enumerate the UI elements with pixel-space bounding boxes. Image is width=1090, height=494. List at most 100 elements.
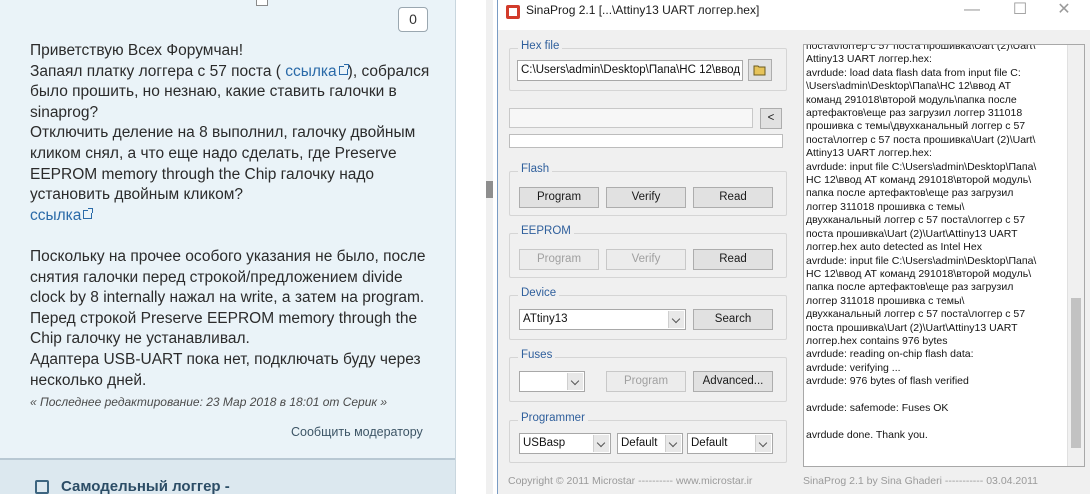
chevron-down-icon[interactable] [567,373,583,390]
log-line: Attiny13 UART логгер.hex: [806,147,932,160]
next-topic-row[interactable]: Самодельный логгер - [0,460,455,494]
log-line: логгер 311018 прошивка с темы\ [806,200,965,213]
post-line: Запаял платку логгера с 57 поста ( ссылк… [30,62,430,80]
topic-icon [35,480,49,494]
title-bar[interactable]: SinaProg 2.1 [...\Attiny13 UART логгер.h… [498,0,1090,30]
progress-text-field [509,108,753,128]
hex-path-field[interactable]: C:\Users\admin\Desktop\Папа\НС 12\ввод [517,60,743,81]
log-line: НС 12\ввод АТ команд 291018\второй модул… [806,267,1032,280]
speed-select[interactable]: Default [687,433,773,454]
log-line: Attiny13 UART логгер.hex: [806,53,932,66]
log-line: НС 12\ввод АТ команд 291018\второй модул… [806,174,1032,187]
chevron-down-icon[interactable] [668,311,684,328]
log-line: avrdude: reading on-chip flash data: [806,348,974,361]
post-line: несколько дней. [30,371,147,389]
post-line: ссылка [30,206,435,227]
eeprom-legend: EEPROM [518,225,574,237]
log-line: avrdude: safemode: Fuses OK [806,401,949,414]
port-select[interactable]: Default [617,433,683,454]
browse-button[interactable] [748,59,772,81]
hex-file-legend: Hex file [518,40,563,52]
log-line: поста\логгер с 57 поста прошивка\Uart (2… [806,133,1036,146]
page-scrollbar-track[interactable] [486,0,493,494]
post-line: sinaprog? [30,103,99,121]
device-search-button[interactable]: Search [693,309,773,330]
maximize-icon[interactable]: ☐ [998,0,1042,22]
post-select-checkbox[interactable] [256,0,268,6]
status-version: SinaProg 2.1 by Sina Ghaderi -----------… [803,475,1038,487]
fuses-program-button[interactable]: Program [606,371,686,392]
log-line: avrdude: 976 bytes of flash verified [806,375,969,388]
log-lines: поста\логгер с 57 поста прошивка\Uart (2… [806,44,1060,442]
log-scrollbar-thumb[interactable] [1071,298,1081,448]
fuses-legend: Fuses [518,349,556,361]
collapse-log-button[interactable]: < [760,108,782,129]
chevron-down-icon[interactable] [593,435,609,452]
eeprom-verify-button[interactable]: Verify [606,249,686,270]
page-scrollbar-thumb[interactable] [486,181,493,198]
post-line: Chip галочку не устанавливал. [30,330,250,348]
log-line: папка после артефактов\еще раз загрузил [806,187,1014,200]
log-line: avrdude: input file C:\Users\admin\Deskt… [806,160,1037,173]
port-select-value: Default [621,437,658,449]
post-counter-badge[interactable]: 0 [398,7,428,32]
log-line: поста прошивка\Uart (2)\Uart\Attiny13 UA… [806,321,1018,334]
sinaprog-window: SinaProg 2.1 [...\Attiny13 UART логгер.h… [497,0,1090,494]
programmer-select-value: USBasp [523,437,566,449]
post-body: Приветствую Всех Форумчан! Запаял платку… [30,41,435,391]
programmer-select[interactable]: USBasp [519,433,611,454]
post-line: Отключить деление на 8 выполнил, галочку… [30,124,416,142]
chevron-down-icon[interactable] [755,435,771,452]
window-title: SinaProg 2.1 [...\Attiny13 UART логгер.h… [526,3,760,17]
post-line: Поскольку на прочее особого указания не … [30,247,426,265]
next-topic-title[interactable]: Самодельный логгер - [61,478,230,494]
close-icon[interactable]: ✕ [1042,0,1086,22]
status-bar: Copyright © 2011 Microstar ---------- ww… [498,472,1090,494]
post-link[interactable]: ссылка [285,63,349,80]
programmer-legend: Programmer [518,412,588,424]
post-line: было прошить, но незнаю, какие ставить г… [30,83,397,101]
device-select[interactable]: ATtiny13 [519,309,686,330]
log-line: логгер.hex auto detected as Intel Hex [806,241,982,254]
post-line: установить двойным кликом? [30,186,243,204]
log-output[interactable]: поста\логгер с 57 поста прошивка\Uart (2… [803,44,1085,467]
post-line: Приветствую Всех Форумчан! [30,42,244,59]
log-line: логгер.hex contains 976 bytes [806,334,948,347]
report-moderator-link[interactable]: Сообщить модератору [291,425,423,439]
flash-legend: Flash [518,163,553,175]
log-line: папка после артефактов\еще раз загрузил [806,281,1014,294]
post-line: Перед строкой Preserve EEPROM memory thr… [30,309,418,327]
log-line: двухканальный логгер с 57 поста\логгер с… [806,308,1026,321]
device-legend: Device [518,287,560,299]
log-scrollbar[interactable] [1067,45,1084,466]
fuses-advanced-button[interactable]: Advanced... [693,371,773,392]
post-spacer [30,226,435,247]
log-line: \Users\admin\Desktop\Папа\НС 12\ввод АТ [806,80,1012,93]
minimize-icon[interactable]: — [950,0,994,22]
log-line: avrdude: verifying ... [806,361,901,374]
external-link-icon [83,207,94,219]
device-select-value: ATtiny13 [523,313,568,325]
log-line: артефактов\еще раз загрузил логгер 31101… [806,107,1023,120]
speed-select-value: Default [691,437,728,449]
chevron-down-icon[interactable] [665,435,681,452]
log-line: двухканальный логгер с 57 поста\логгер с… [806,214,1026,227]
progress-bar [509,134,783,148]
log-line: прошивка с темы\двухканальный логгер с 5… [806,120,1026,133]
eeprom-read-button[interactable]: Read [693,249,773,270]
post-line: clock by 8 internally нажал на write, а … [30,289,425,307]
log-line: поста\логгер с 57 поста прошивка\Uart (2… [806,44,1036,52]
log-line: поста прошивка\Uart (2)\Uart\Attiny13 UA… [806,227,1018,240]
external-link-icon [338,63,349,75]
page-scrollbar-area [457,0,497,494]
forum-pane: 0 Приветствую Всех Форумчан! Запаял плат… [0,0,456,494]
eeprom-program-button[interactable]: Program [519,249,599,270]
flash-verify-button[interactable]: Verify [606,187,686,208]
fuses-select[interactable] [519,371,585,392]
post-link[interactable]: ссылка [30,207,94,224]
post-line: Адаптера USB-UART пока нет, подключать б… [30,350,421,368]
log-line: avrdude done. Thank you. [806,428,928,441]
flash-read-button[interactable]: Read [693,187,773,208]
flash-program-button[interactable]: Program [519,187,599,208]
log-line: логгер 311018 прошивка с темы\ [806,294,965,307]
